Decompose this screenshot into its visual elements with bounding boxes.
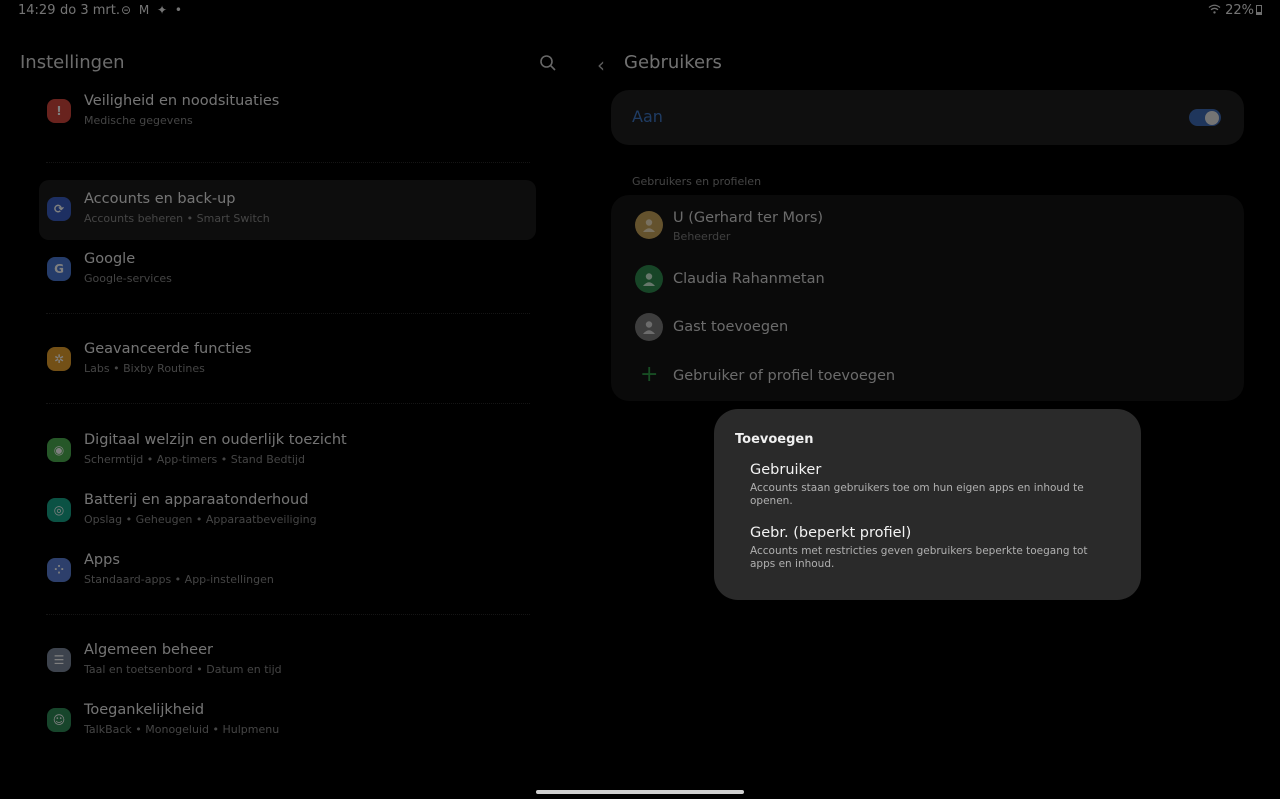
gesture-nav-bar[interactable]	[536, 790, 744, 794]
option-title: Gebr. (beperkt profiel)	[750, 525, 912, 541]
option-description: Accounts met restricties geven gebruiker…	[750, 545, 1088, 570]
option-restricted-profile[interactable]: Gebr. (beperkt profiel) Accounts met res…	[750, 525, 1100, 571]
add-dialog: Toevoegen Gebruiker Accounts staan gebru…	[714, 409, 1141, 600]
modal-scrim[interactable]	[0, 0, 1280, 799]
option-user[interactable]: Gebruiker Accounts staan gebruikers toe …	[750, 462, 1100, 508]
dialog-title: Toevoegen	[735, 432, 814, 447]
option-title: Gebruiker	[750, 462, 822, 478]
option-description: Accounts staan gebruikers toe om hun eig…	[750, 482, 1084, 507]
